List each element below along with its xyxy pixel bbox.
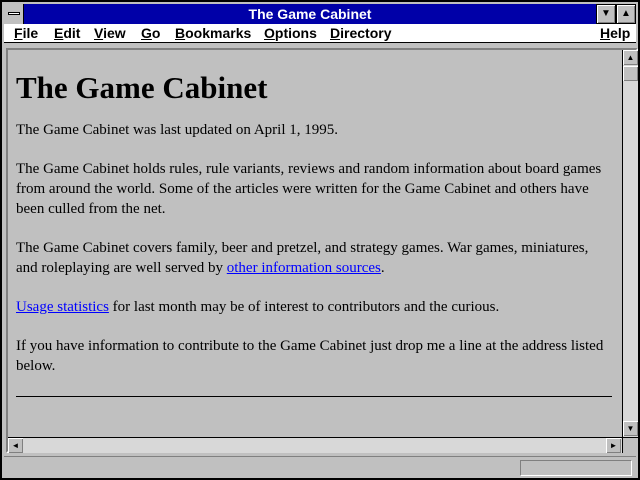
other-sources-link[interactable]: other information sources — [227, 260, 381, 276]
menu-options[interactable]: Options — [264, 24, 317, 42]
description-text: The Game Cabinet holds rules, rule varia… — [16, 161, 602, 217]
maximize-icon: ▲ — [621, 8, 631, 19]
status-text — [8, 460, 516, 476]
menu-bar: File Edit View Go Bookmarks Options Dire… — [4, 24, 636, 43]
window-title: The Game Cabinet — [248, 6, 372, 22]
scroll-down-button[interactable]: ▼ — [623, 421, 638, 436]
title-bar[interactable]: The Game Cabinet ▼ ▲ — [4, 4, 636, 24]
menu-help[interactable]: Help — [600, 24, 630, 42]
vertical-scroll-thumb[interactable] — [623, 66, 638, 81]
menu-help-label: elp — [610, 25, 631, 41]
last-updated-text: The Game Cabinet was last updated on Apr… — [16, 122, 339, 138]
menu-help-accel: H — [600, 25, 611, 41]
page-content[interactable]: The Game Cabinet The Game Cabinet was la… — [8, 50, 622, 437]
menu-edit-label: dit — [63, 25, 81, 41]
arrow-up-icon: ▲ — [626, 53, 635, 62]
menu-file-accel: F — [14, 25, 23, 41]
minimize-icon: ▼ — [601, 8, 611, 19]
menu-view-label: iew — [103, 25, 126, 41]
maximize-button[interactable]: ▲ — [616, 4, 636, 24]
horizontal-rule — [16, 396, 612, 397]
menu-edit[interactable]: Edit — [54, 24, 80, 42]
scroll-right-button[interactable]: ► — [606, 438, 621, 453]
minimize-button[interactable]: ▼ — [596, 4, 616, 24]
browser-window: The Game Cabinet ▼ ▲ File Edit View Go B… — [0, 0, 640, 480]
page-title: The Game Cabinet — [16, 70, 268, 105]
system-menu-button[interactable] — [4, 4, 24, 24]
menu-directory[interactable]: Directory — [330, 24, 391, 42]
menu-file-label: ile — [22, 25, 39, 41]
arrow-right-icon: ► — [609, 441, 618, 450]
menu-bookmarks[interactable]: Bookmarks — [175, 24, 251, 42]
usage-statistics-link[interactable]: Usage statistics — [16, 299, 109, 315]
menu-bookmarks-label: ookmarks — [185, 25, 252, 41]
horizontal-scrollbar[interactable]: ◄ ► — [8, 437, 622, 453]
scroll-left-button[interactable]: ◄ — [8, 438, 23, 453]
coverage-text-end: . — [380, 260, 385, 276]
menu-directory-label: irectory — [340, 25, 392, 41]
menu-options-accel: O — [264, 25, 275, 41]
menu-go-label: o — [151, 25, 161, 41]
scroll-up-button[interactable]: ▲ — [623, 50, 638, 65]
coverage-text: The Game Cabinet covers family, beer and… — [16, 238, 612, 278]
menu-file[interactable]: File — [14, 24, 38, 42]
system-menu-icon — [8, 12, 20, 15]
content-frame: The Game Cabinet The Game Cabinet was la… — [6, 48, 638, 453]
usage-text: Usage statistics for last month may be o… — [16, 297, 612, 317]
vertical-scrollbar[interactable]: ▲ ▼ — [622, 50, 638, 437]
menu-edit-accel: E — [54, 25, 64, 41]
menu-view[interactable]: View — [94, 24, 126, 42]
progress-indicator — [520, 460, 632, 476]
status-bar — [4, 456, 636, 478]
arrow-left-icon: ◄ — [11, 441, 20, 450]
menu-go-accel: G — [141, 25, 152, 41]
menu-directory-accel: D — [330, 25, 341, 41]
usage-text-rest: for last month may be of interest to con… — [108, 299, 500, 315]
menu-view-accel: V — [94, 25, 104, 41]
menu-options-label: ptions — [274, 25, 317, 41]
arrow-down-icon: ▼ — [626, 424, 635, 433]
contribute-text: If you have information to contribute to… — [16, 338, 604, 374]
menu-bookmarks-accel: B — [175, 25, 186, 41]
scrollbar-corner — [622, 437, 638, 453]
menu-go[interactable]: Go — [141, 24, 160, 42]
